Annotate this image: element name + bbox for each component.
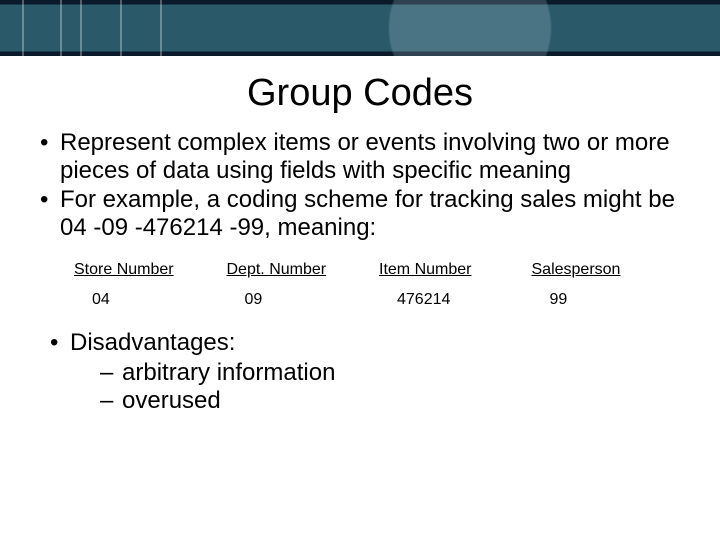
bullet-disadvantages: Disadvantages: arbitrary information ove… [44,329,676,414]
code-breakdown-table: Store Number Dept. Number Item Number Sa… [74,259,684,311]
disadvantages-list: Disadvantages: arbitrary information ove… [44,329,676,414]
val-item-number: 476214 [379,281,532,311]
disadvantages-block: Disadvantages: arbitrary information ove… [0,329,720,414]
table-header-row: Store Number Dept. Number Item Number Sa… [74,259,684,281]
val-salesperson: 99 [532,281,685,311]
slide-title: Group Codes [0,72,720,115]
val-dept-number: 09 [227,281,380,311]
bullet-example: For example, a coding scheme for trackin… [34,186,686,241]
sub-arbitrary: arbitrary information [100,359,676,387]
disadvantages-sublist: arbitrary information overused [100,359,676,414]
col-salesperson: Salesperson [532,259,685,281]
col-store-number: Store Number [74,259,227,281]
table-value-row: 04 09 476214 99 [74,281,684,311]
main-bullet-list: Represent complex items or events involv… [34,129,686,241]
disadvantages-label: Disadvantages: [70,329,235,356]
bullet-represent: Represent complex items or events involv… [34,129,686,184]
sub-overused: overused [100,387,676,415]
header-banner [0,0,720,56]
col-item-number: Item Number [379,259,532,281]
col-dept-number: Dept. Number [227,259,380,281]
content-area: Represent complex items or events involv… [0,115,720,311]
val-store-number: 04 [74,281,227,311]
